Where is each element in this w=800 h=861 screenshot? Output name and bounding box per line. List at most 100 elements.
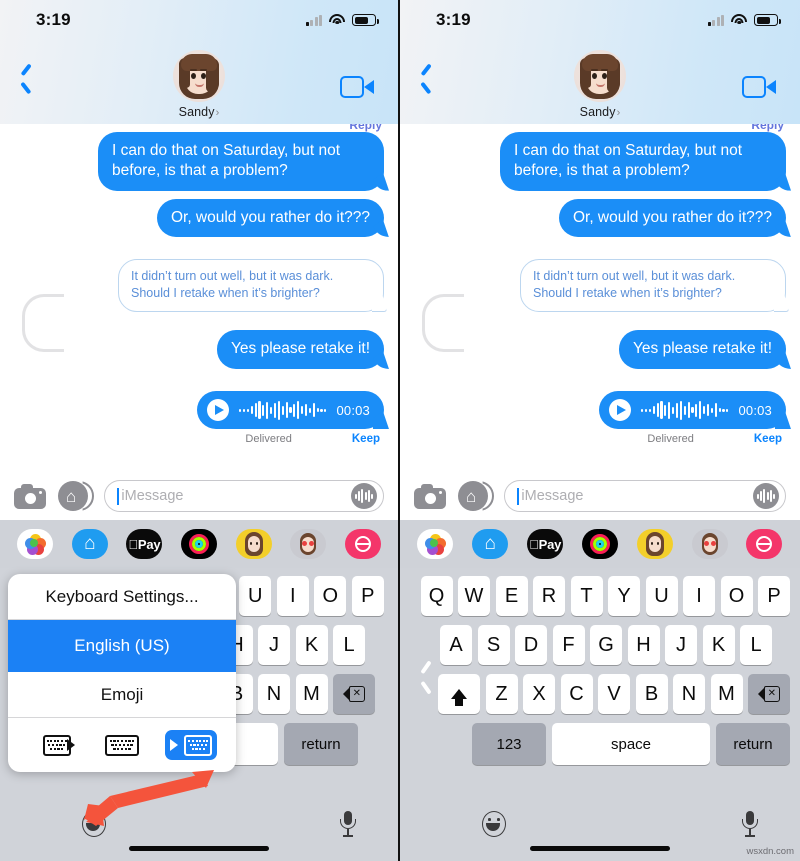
message-bubble-outgoing[interactable]: Or, would you rather do it??? (156, 198, 384, 238)
camera-icon[interactable] (414, 483, 446, 509)
key-n[interactable]: N (673, 674, 705, 714)
key-y[interactable]: Y (608, 576, 640, 616)
key-f[interactable]: F (552, 625, 585, 665)
keyboard-right-handed-button[interactable] (165, 730, 218, 760)
key-w[interactable]: W (458, 576, 490, 616)
key-o[interactable]: O (720, 576, 753, 616)
message-bubble-outgoing[interactable]: I can do that on Saturday, but not befor… (500, 132, 786, 191)
key-h[interactable]: H (627, 625, 660, 665)
key-x[interactable]: X (523, 674, 555, 714)
fitness-app-icon[interactable] (180, 529, 217, 559)
keyboard-settings-popup[interactable]: Keyboard Settings... English (US) Emoji (8, 574, 236, 772)
audio-message-bubble[interactable]: 00:03 (197, 391, 384, 430)
key-a[interactable]: A (440, 625, 472, 665)
key-b[interactable]: B (635, 674, 668, 714)
key-u[interactable]: U (239, 576, 272, 616)
key-l[interactable]: L (740, 625, 772, 665)
key-t[interactable]: T (570, 576, 603, 616)
popup-emoji-item[interactable]: Emoji (8, 672, 236, 718)
video-camera-icon[interactable] (340, 76, 374, 98)
message-bubble-outgoing[interactable]: I can do that on Saturday, but not befor… (98, 132, 384, 191)
emoji-smiley-icon[interactable] (482, 811, 506, 837)
memoji-app-icon[interactable] (235, 529, 272, 559)
contact-header[interactable]: Sandy› (173, 50, 225, 119)
key-v[interactable]: V (598, 674, 630, 714)
contact-name: Sandy› (574, 105, 626, 119)
key-g[interactable]: G (590, 625, 622, 665)
key-u[interactable]: U (645, 576, 678, 616)
space-key[interactable]: space (552, 723, 710, 765)
chevron-left-icon[interactable] (418, 66, 434, 92)
key-i[interactable]: I (276, 576, 309, 616)
audio-message-bubble[interactable]: 00:03 (599, 391, 786, 430)
memoji-stickers-app-icon[interactable] (290, 529, 327, 559)
key-k[interactable]: K (295, 625, 328, 665)
chevron-left-icon[interactable] (418, 664, 434, 690)
message-bubble-outgoing[interactable]: Yes please retake it! (618, 330, 786, 370)
key-j[interactable]: J (665, 625, 697, 665)
app-store-app-icon[interactable]: ⌂ (472, 529, 509, 559)
contact-header[interactable]: Sandy› (574, 50, 626, 119)
video-camera-icon[interactable] (742, 76, 776, 98)
play-icon[interactable] (207, 399, 230, 422)
return-key[interactable]: return (716, 723, 790, 765)
audio-waveform-button-icon[interactable] (351, 483, 377, 509)
key-e[interactable]: E (495, 576, 528, 616)
keep-button[interactable]: Keep (352, 433, 380, 445)
keyboard-full-width-button[interactable] (96, 730, 148, 760)
key-m[interactable]: M (710, 674, 743, 714)
app-drawer-right: ⌂ Pay (400, 520, 800, 568)
return-key[interactable]: return (284, 723, 358, 765)
apple-pay-app-icon[interactable]: Pay (527, 529, 564, 559)
key-z[interactable]: Z (485, 674, 518, 714)
microphone-icon[interactable] (742, 811, 758, 839)
apple-pay-app-icon[interactable]: Pay (126, 529, 163, 559)
key-n[interactable]: N (258, 674, 290, 714)
camera-icon[interactable] (14, 483, 46, 509)
message-bubble-outline[interactable]: It didn’t turn out well, but it was dark… (520, 259, 786, 313)
memoji-app-icon[interactable] (636, 529, 673, 559)
chevron-left-icon[interactable] (18, 66, 34, 92)
message-input-placeholder: iMessage (521, 488, 584, 504)
key-m[interactable]: M (295, 674, 328, 714)
key-i[interactable]: I (683, 576, 715, 616)
photos-app-icon[interactable] (17, 529, 54, 559)
backspace-icon[interactable]: ✕ (333, 674, 375, 714)
app-store-icon[interactable]: ⌂ (58, 481, 94, 511)
photos-app-icon[interactable] (417, 529, 454, 559)
keyboard-left-handed-button[interactable] (27, 730, 79, 760)
app-drawer-left: ⌂ Pay (0, 520, 398, 568)
app-store-app-icon[interactable]: ⌂ (71, 529, 108, 559)
key-d[interactable]: D (515, 625, 547, 665)
popup-keyboard-settings-item[interactable]: Keyboard Settings... (8, 574, 236, 620)
backspace-icon[interactable]: ✕ (748, 674, 790, 714)
key-j[interactable]: J (258, 625, 290, 665)
key-q[interactable]: Q (420, 576, 453, 616)
image-search-app-icon[interactable] (344, 529, 381, 559)
key-r[interactable]: R (533, 576, 565, 616)
search-input[interactable]: iMessage (104, 480, 384, 512)
key-p[interactable]: P (758, 576, 790, 616)
search-input[interactable]: iMessage (504, 480, 786, 512)
microphone-icon[interactable] (340, 811, 356, 839)
message-bubble-outgoing[interactable]: Or, would you rather do it??? (558, 198, 786, 238)
audio-waveform-button-icon[interactable] (753, 483, 779, 509)
key-c[interactable]: C (560, 674, 593, 714)
play-icon[interactable] (609, 399, 632, 422)
numbers-key[interactable]: 123 (472, 723, 546, 765)
message-bubble-outgoing[interactable]: Yes please retake it! (216, 330, 384, 370)
keep-button[interactable]: Keep (754, 433, 782, 445)
key-o[interactable]: O (314, 576, 347, 616)
image-search-app-icon[interactable] (746, 529, 783, 559)
key-p[interactable]: P (351, 576, 384, 616)
popup-language-item-selected[interactable]: English (US) (8, 620, 236, 672)
memoji-stickers-app-icon[interactable] (691, 529, 728, 559)
fitness-app-icon[interactable] (581, 529, 618, 559)
app-store-icon[interactable]: ⌂ (458, 481, 494, 511)
shift-arrow-icon[interactable] (438, 674, 480, 714)
key-s[interactable]: S (477, 625, 510, 665)
message-bubble-outline[interactable]: It didn’t turn out well, but it was dark… (118, 259, 384, 313)
key-l[interactable]: L (333, 625, 365, 665)
key-k[interactable]: K (702, 625, 735, 665)
message-row: It didn’t turn out well, but it was dark… (414, 259, 786, 313)
